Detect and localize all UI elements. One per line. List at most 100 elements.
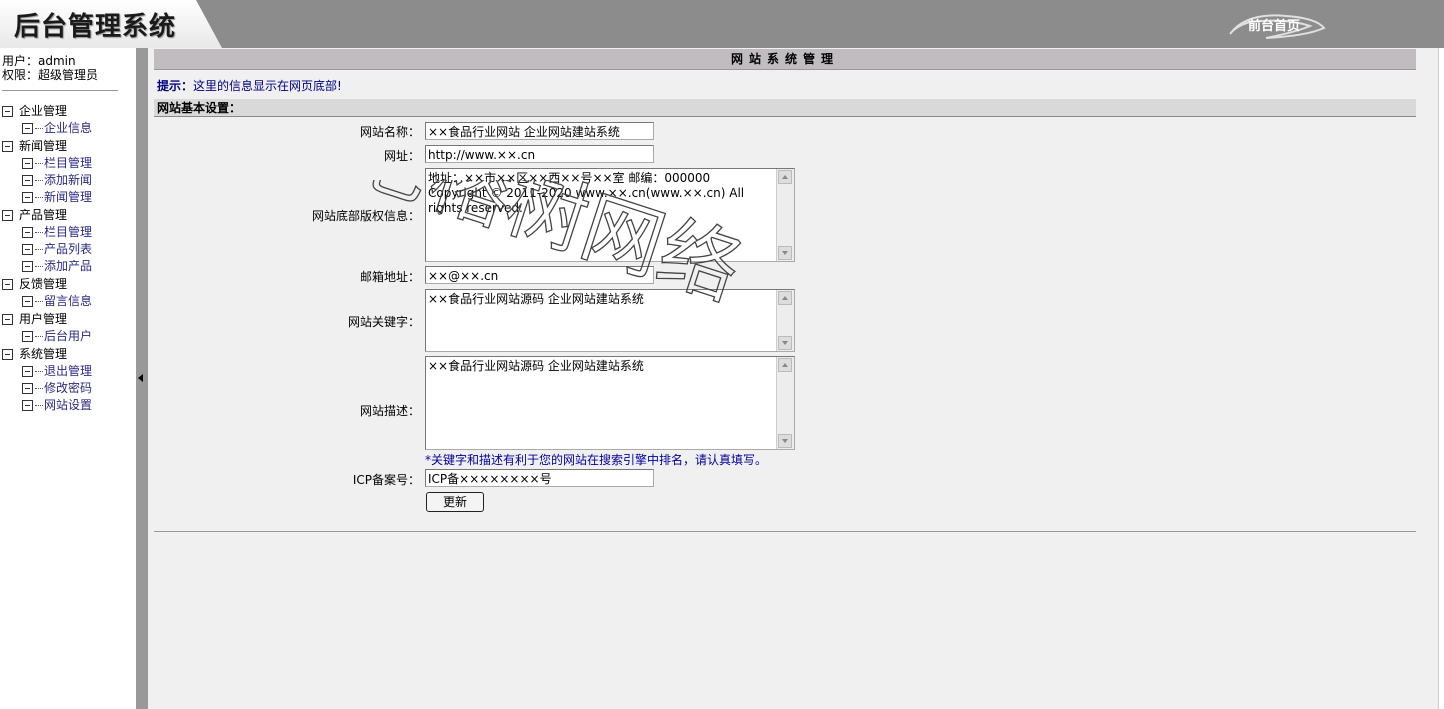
nav-link[interactable]: 退出管理 bbox=[44, 363, 92, 380]
collapse-icon bbox=[22, 261, 33, 272]
scroll-up-icon[interactable] bbox=[778, 358, 792, 372]
email-input[interactable]: ××@××.cn bbox=[425, 266, 654, 284]
user-info: 用户：admin 权限：超级管理员 bbox=[2, 54, 98, 82]
seo-note: *关键字和描述有利于您的网站在搜索引擎中排名，请认真填写。 bbox=[425, 453, 768, 467]
hint-label: 提示： bbox=[157, 79, 194, 93]
nav-item-news-category[interactable]: 栏目管理 bbox=[2, 155, 132, 172]
update-button[interactable]: 更新 bbox=[426, 492, 484, 512]
email-label: 邮箱地址： bbox=[359, 270, 420, 284]
scrollbar[interactable] bbox=[776, 290, 794, 351]
nav-link[interactable]: 后台用户 bbox=[44, 328, 92, 345]
logo-tab: 后台管理系统 bbox=[0, 0, 222, 48]
nav-link[interactable]: 添加新闻 bbox=[44, 172, 92, 189]
nav-group-title[interactable]: 系统管理 bbox=[2, 345, 132, 363]
nav-group-label: 用户管理 bbox=[19, 312, 68, 326]
nav-group-enterprise: 企业管理 企业信息 bbox=[2, 102, 132, 137]
nav-item-add-product[interactable]: 添加产品 bbox=[2, 258, 132, 275]
sidebar-splitter[interactable] bbox=[136, 48, 148, 709]
nav-group-title[interactable]: 新闻管理 bbox=[2, 137, 132, 155]
description-value: ××食品行业网站源码 企业网站建站系统 bbox=[428, 359, 644, 373]
icp-label: ICP备案号： bbox=[352, 473, 420, 487]
nav-link[interactable]: 栏目管理 bbox=[44, 155, 92, 172]
nav-link[interactable]: 栏目管理 bbox=[44, 224, 92, 241]
nav-item-change-password[interactable]: 修改密码 bbox=[2, 380, 132, 397]
collapse-icon bbox=[22, 192, 33, 203]
divider bbox=[2, 90, 118, 91]
nav-item-news-manage[interactable]: 新闻管理 bbox=[2, 189, 132, 206]
scrollbar[interactable] bbox=[776, 357, 794, 449]
nav-link[interactable]: 修改密码 bbox=[44, 380, 92, 397]
description-textarea[interactable]: ××食品行业网站源码 企业网站建站系统 bbox=[425, 356, 795, 450]
nav-link[interactable]: 网站设置 bbox=[44, 397, 92, 414]
nav-item-add-news[interactable]: 添加新闻 bbox=[2, 172, 132, 189]
copyright-line-1: 地址：××市××区××西××号××室 邮编：000000 bbox=[428, 171, 711, 185]
collapse-icon bbox=[22, 158, 33, 169]
nav-link[interactable]: 添加产品 bbox=[44, 258, 92, 275]
nav-group-label: 产品管理 bbox=[19, 208, 68, 222]
collapse-icon bbox=[22, 366, 33, 377]
collapse-icon bbox=[22, 296, 33, 307]
collapse-icon[interactable] bbox=[2, 278, 13, 290]
textarea-content: 地址：××市××区××西××号××室 邮编：000000 Copyright ©… bbox=[428, 171, 778, 216]
nav-item-admin-users[interactable]: 后台用户 bbox=[2, 328, 132, 345]
collapse-icon[interactable] bbox=[2, 105, 13, 117]
url-input[interactable]: http://www.××.cn bbox=[425, 145, 654, 163]
nav-item-messages[interactable]: 留言信息 bbox=[2, 293, 132, 310]
nav-group-title[interactable]: 企业管理 bbox=[2, 102, 132, 120]
scrollbar[interactable] bbox=[776, 169, 794, 261]
nav-group-system: 系统管理 退出管理 修改密码 网站设置 bbox=[2, 345, 132, 414]
site-name-input[interactable]: ××食品行业网站 企业网站建站系统 bbox=[425, 122, 654, 140]
copyright-textarea[interactable]: 地址：××市××区××西××号××室 邮编：000000 Copyright ©… bbox=[425, 168, 795, 262]
nav-link[interactable]: 企业信息 bbox=[44, 120, 92, 137]
collapse-icon bbox=[22, 175, 33, 186]
scroll-down-icon[interactable] bbox=[778, 336, 792, 350]
hint-text: 提示：这里的信息显示在网页底部! bbox=[157, 77, 342, 94]
scroll-up-icon[interactable] bbox=[778, 291, 792, 305]
main-panel: 网站系统管理 提示：这里的信息显示在网页底部! 网站基本设置： 网站名称： ××… bbox=[154, 49, 1416, 532]
nav-group-title[interactable]: 用户管理 bbox=[2, 310, 132, 328]
top-header: 后台管理系统 前台首页 bbox=[0, 0, 1444, 48]
collapse-icon bbox=[22, 244, 33, 255]
collapse-icon[interactable] bbox=[2, 313, 13, 325]
nav-item-enterprise-info[interactable]: 企业信息 bbox=[2, 120, 132, 137]
role-text: 权限：超级管理员 bbox=[2, 68, 99, 82]
right-edge bbox=[1438, 48, 1444, 709]
nav-group-label: 新闻管理 bbox=[19, 139, 68, 153]
scroll-down-icon[interactable] bbox=[778, 246, 792, 260]
left-panel: 用户：admin 权限：超级管理员 企业管理 企业信息 新闻管理 栏目管理 添加… bbox=[0, 48, 136, 709]
nav-item-product-list[interactable]: 产品列表 bbox=[2, 241, 132, 258]
app-title: 后台管理系统 bbox=[14, 12, 177, 42]
nav-group-news: 新闻管理 栏目管理 添加新闻 新闻管理 bbox=[2, 137, 132, 206]
nav-item-site-settings[interactable]: 网站设置 bbox=[2, 397, 132, 414]
keywords-value: ××食品行业网站源码 企业网站建站系统 bbox=[428, 292, 644, 306]
collapse-icon[interactable] bbox=[2, 209, 13, 221]
collapse-icon[interactable] bbox=[2, 348, 13, 360]
collapse-icon bbox=[22, 227, 33, 238]
site-name-label: 网站名称： bbox=[359, 125, 420, 139]
nav-link[interactable]: 产品列表 bbox=[44, 241, 92, 258]
collapse-icon bbox=[22, 123, 33, 134]
username-text: 用户：admin bbox=[2, 54, 76, 68]
page-title: 网站系统管理 bbox=[154, 49, 1416, 70]
collapse-icon[interactable] bbox=[2, 140, 13, 152]
collapse-left-arrow-icon[interactable] bbox=[138, 374, 143, 382]
scroll-up-icon[interactable] bbox=[778, 170, 792, 184]
keywords-textarea[interactable]: ××食品行业网站源码 企业网站建站系统 bbox=[425, 289, 795, 352]
section-title: 网站基本设置： bbox=[154, 99, 1416, 117]
nav-tree: 企业管理 企业信息 新闻管理 栏目管理 添加新闻 新闻管理 产品管理 栏目管理 … bbox=[2, 102, 132, 414]
nav-group-products: 产品管理 栏目管理 产品列表 添加产品 bbox=[2, 206, 132, 275]
nav-link[interactable]: 留言信息 bbox=[44, 293, 92, 310]
icp-input[interactable]: ICP备××××××××号 bbox=[425, 469, 654, 487]
collapse-icon bbox=[22, 400, 33, 411]
copyright-label: 网站底部版权信息： bbox=[311, 209, 420, 223]
nav-item-logout[interactable]: 退出管理 bbox=[2, 363, 132, 380]
scroll-down-icon[interactable] bbox=[778, 434, 792, 448]
collapse-icon bbox=[22, 383, 33, 394]
nav-group-title[interactable]: 产品管理 bbox=[2, 206, 132, 224]
description-label: 网站描述： bbox=[359, 404, 420, 418]
nav-link[interactable]: 新闻管理 bbox=[44, 189, 92, 206]
front-page-link[interactable]: 前台首页 bbox=[1226, 8, 1326, 40]
nav-item-product-category[interactable]: 栏目管理 bbox=[2, 224, 132, 241]
front-page-label: 前台首页 bbox=[1248, 19, 1301, 34]
nav-group-title[interactable]: 反馈管理 bbox=[2, 275, 132, 293]
